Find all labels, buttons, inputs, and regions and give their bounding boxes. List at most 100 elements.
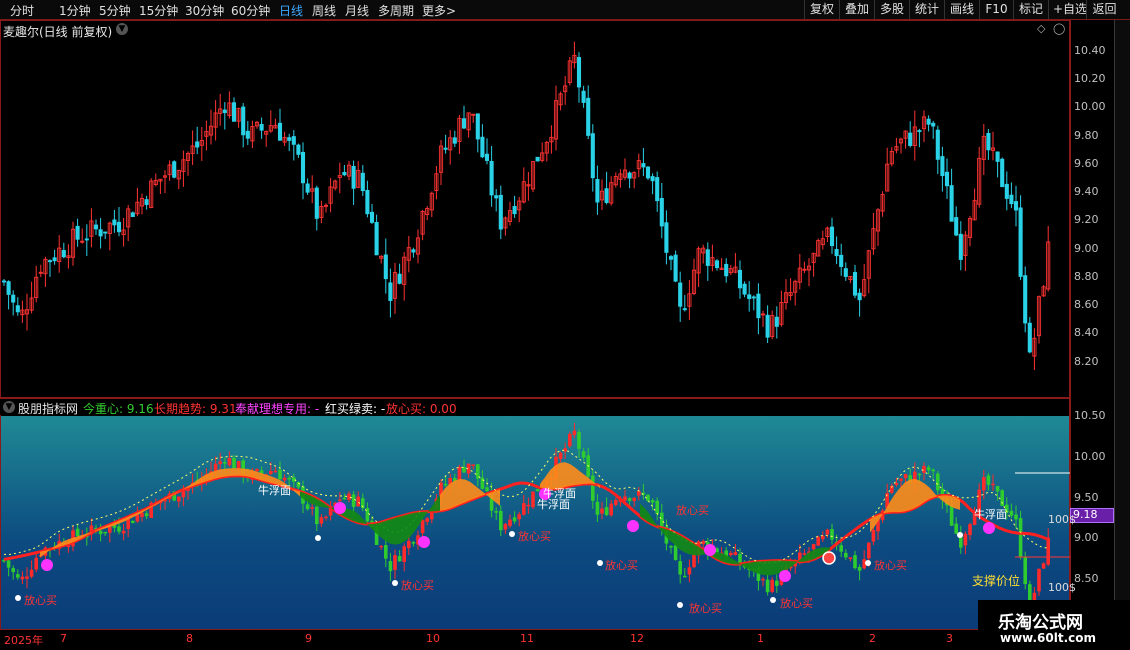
- candle-body: [944, 171, 950, 187]
- indicator-bar: [729, 552, 733, 556]
- candle-body: [655, 177, 660, 202]
- indicator-bar: [397, 556, 402, 562]
- indicator-bar: [443, 483, 448, 486]
- candle-body: [11, 294, 16, 303]
- indicator-bar: [278, 469, 282, 480]
- candle-body: [388, 282, 393, 301]
- indicator-bar: [954, 523, 958, 534]
- indicator-bar: [627, 498, 632, 502]
- indicator-bar: [140, 512, 144, 518]
- indicator-bar: [407, 540, 411, 549]
- indicator-bar: [287, 477, 291, 480]
- indicator-bar: [917, 473, 922, 476]
- float-label: 牛浮面: [258, 484, 291, 497]
- candle-body: [917, 130, 922, 133]
- indicator-bar: [577, 431, 581, 449]
- indicator-bar: [218, 461, 222, 464]
- candle-body: [489, 160, 494, 196]
- indicator-bar: [75, 528, 80, 537]
- candle-body: [673, 254, 678, 282]
- candle-body: [595, 178, 600, 203]
- indicator-bar: [324, 516, 328, 519]
- indicator-bar: [683, 575, 687, 578]
- candle-body: [857, 292, 862, 301]
- indicator-bar: [16, 574, 20, 578]
- candle-body: [443, 147, 448, 150]
- indicator-bar: [811, 544, 816, 550]
- buy-signal-label: 放心买: [24, 594, 57, 607]
- buy-signal-label: 放心买: [874, 559, 907, 572]
- indicator-bar: [844, 552, 848, 558]
- indicator-bar: [420, 520, 425, 534]
- indicator-bar: [922, 465, 926, 473]
- indicator-bar: [655, 500, 659, 514]
- candle-body: [84, 238, 89, 241]
- indicator-bar: [733, 552, 738, 555]
- indicator-bar: [558, 452, 563, 460]
- magenta-signal-icon: [779, 570, 791, 582]
- x-tick: 12: [630, 632, 644, 645]
- indicator-bar: [614, 500, 618, 505]
- candle-body: [314, 187, 319, 219]
- candle-body: [949, 185, 954, 222]
- indicator-bar: [310, 507, 314, 509]
- side-number: 100$: [1048, 581, 1076, 594]
- indicator-bar: [517, 514, 521, 520]
- magenta-signal-icon: [983, 522, 995, 534]
- indicator-bar: [269, 470, 273, 475]
- candle-body: [365, 189, 370, 215]
- indicator-bar: [899, 478, 903, 481]
- indicator-bar: [687, 567, 692, 575]
- candle-body: [581, 90, 586, 103]
- candle-body: [954, 217, 959, 236]
- x-tick: 7: [60, 632, 67, 645]
- indicator-bar: [351, 494, 356, 507]
- candle-body: [411, 249, 416, 253]
- candle-body: [1027, 322, 1032, 353]
- indicator-bar: [98, 530, 103, 535]
- indicator-bar: [857, 566, 862, 571]
- indicator-bar: [623, 496, 627, 501]
- chart-canvas: [1, 41, 1070, 611]
- indicator-bar: [1014, 514, 1018, 520]
- candle-body: [300, 151, 306, 184]
- indicator-bar: [144, 513, 149, 517]
- indicator-bar: [471, 464, 475, 466]
- candle-body: [705, 249, 710, 266]
- indicator-bar: [503, 523, 508, 530]
- indicator-bar: [903, 474, 908, 479]
- indicator-bar: [384, 545, 388, 559]
- candle-body: [287, 137, 292, 141]
- indicator-bar: [526, 504, 531, 507]
- candle-body: [291, 136, 296, 145]
- watermark: 乐淘公式网 www.60lt.com: [978, 600, 1130, 650]
- indicator-bar: [103, 531, 107, 534]
- candle-body: [986, 132, 991, 151]
- candle-body: [305, 183, 310, 193]
- buy-signal-icon: [509, 531, 515, 537]
- candle-body: [452, 137, 457, 144]
- candle-body: [1023, 275, 1028, 324]
- indicator-bar: [457, 466, 462, 481]
- candle-body: [1009, 194, 1014, 205]
- indicator-bar: [871, 529, 876, 542]
- candle-body: [627, 172, 632, 179]
- indicator-bar: [853, 555, 857, 569]
- indicator-bar: [347, 493, 351, 500]
- indicator-bar: [591, 475, 595, 501]
- candle-body: [908, 132, 913, 146]
- indicator-bar: [775, 580, 779, 586]
- candle-body: [650, 176, 655, 182]
- indicator-bar: [273, 470, 278, 473]
- candle-body: [940, 156, 945, 177]
- candle-body: [494, 195, 499, 199]
- indicator-bar: [839, 545, 843, 552]
- candle-body: [103, 231, 108, 234]
- indicator-bar: [1041, 563, 1046, 569]
- magenta-signal-icon: [418, 536, 430, 548]
- candle-body: [116, 221, 122, 233]
- indicator-bar: [1028, 584, 1032, 601]
- indicator-bar: [673, 545, 678, 561]
- candle-body: [751, 296, 756, 299]
- candle-body: [995, 151, 1000, 162]
